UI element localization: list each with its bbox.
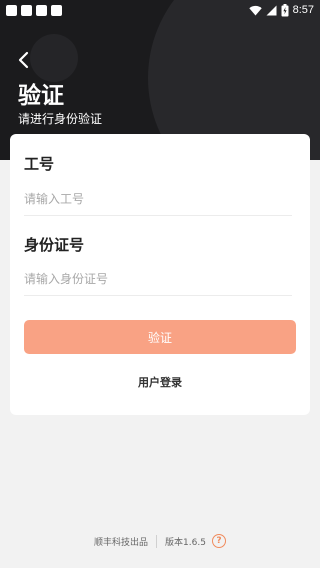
status-time: 8:57	[292, 4, 314, 16]
chevron-left-icon	[18, 51, 29, 69]
user-login-link[interactable]: 用户登录	[10, 374, 310, 390]
footer: 顺丰科技出品 版本1.6.5 ?	[0, 532, 320, 550]
employee-id-input[interactable]	[24, 182, 292, 216]
app-notification-icon	[36, 4, 47, 16]
employee-id-label: 工号	[24, 155, 55, 173]
footer-divider	[156, 534, 158, 548]
system-icons: 8:57	[248, 3, 314, 17]
id-number-input[interactable]	[24, 262, 292, 296]
page-title: 验证	[18, 83, 64, 109]
verification-card: 工号 身份证号 验证 用户登录	[10, 134, 310, 415]
status-bar: 8:57	[0, 0, 320, 20]
help-icon[interactable]: ?	[211, 534, 226, 548]
version-label: 版本1.6.5	[165, 537, 206, 548]
verify-button[interactable]: 验证	[24, 320, 296, 354]
app-notification-icon	[21, 4, 32, 16]
decorative-circle-small	[30, 34, 78, 82]
app-notification-icon	[51, 4, 62, 16]
back-button[interactable]	[14, 50, 34, 70]
id-number-label: 身份证号	[24, 236, 85, 254]
company-credit: 顺丰科技出品	[94, 537, 149, 548]
page-subtitle: 请进行身份验证	[18, 112, 103, 126]
notification-icons	[6, 4, 62, 16]
app-notification-icon	[6, 4, 17, 16]
battery-icon	[281, 3, 289, 16]
wifi-icon	[248, 5, 262, 15]
signal-icon	[266, 5, 277, 15]
